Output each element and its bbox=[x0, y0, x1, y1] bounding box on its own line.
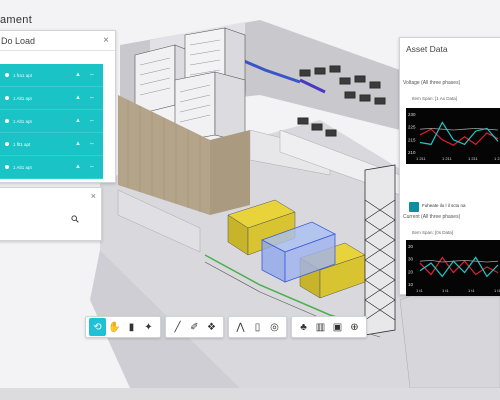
link-icon[interactable]: ⇔ bbox=[85, 141, 99, 147]
status-dot bbox=[5, 73, 9, 77]
y-tick-label: 230 bbox=[408, 112, 416, 117]
fullscreen-icon[interactable]: ⊕ bbox=[346, 318, 363, 336]
voltage-chart: 2302252152101 2111 2111 2111 211 bbox=[406, 108, 500, 164]
alert-icon[interactable]: ▲ bbox=[71, 72, 85, 78]
camera-icon[interactable]: ▮ bbox=[123, 318, 140, 336]
x-tick-label: 1 211 bbox=[468, 156, 478, 161]
link-icon[interactable]: ⇔ bbox=[85, 72, 99, 78]
section-icon[interactable]: ❖ bbox=[203, 318, 220, 336]
alert-icon[interactable]: ▲ bbox=[71, 141, 85, 147]
asset-badge-icon bbox=[409, 202, 419, 212]
markup-icon[interactable]: ✐ bbox=[186, 318, 203, 336]
close-icon[interactable]: × bbox=[91, 191, 96, 201]
load-panel: Do Load × 1 fra1 apt ▲ ⇔ 1 Alt1 apt ▲ ⇔ … bbox=[0, 30, 116, 183]
chart-label: Current (All three phases) bbox=[403, 214, 461, 220]
list-item[interactable]: 1 Alt1 apt ▲ ⇔ bbox=[0, 110, 103, 133]
list-item-label: 1 flt1 apt bbox=[13, 141, 31, 147]
bottom-toolbar: ⟲ ✋ ▮ ✦ ╱ ✐ ❖ ⋀ ▯ ◎ ♣ ▥ ▣ ⊕ bbox=[85, 316, 367, 338]
properties-icon[interactable]: ▥ bbox=[312, 318, 329, 336]
y-tick-label: 210 bbox=[408, 150, 416, 155]
explode-icon[interactable]: ▯ bbox=[249, 318, 266, 336]
x-tick-label: 1 211 bbox=[442, 156, 452, 161]
app-title: ament bbox=[0, 14, 33, 26]
search-icon[interactable] bbox=[71, 215, 79, 223]
toolbar-group: ♣ ▥ ▣ ⊕ bbox=[291, 316, 367, 338]
pan-hand-icon[interactable]: ✋ bbox=[106, 318, 123, 336]
y-tick-label: 30 bbox=[408, 244, 414, 249]
chart-meta: Item Span: [1 Ax Data] bbox=[412, 96, 458, 101]
list-item-label: 1 fra1 apt bbox=[13, 72, 33, 78]
voltage-chart-svg: 2302252152101 2111 2111 2111 211 bbox=[408, 112, 500, 161]
toolbar-group: ⟲ ✋ ▮ ✦ bbox=[85, 316, 161, 338]
y-tick-label: 20 bbox=[408, 269, 414, 274]
first-person-icon[interactable]: ✦ bbox=[140, 318, 157, 336]
y-tick-label: 215 bbox=[408, 137, 416, 142]
series-line bbox=[419, 256, 499, 276]
badge-label: Fuheate ilo l il sctu na bbox=[422, 203, 466, 208]
settings-icon[interactable]: ◎ bbox=[266, 318, 283, 336]
measure-icon[interactable]: ╱ bbox=[169, 318, 186, 336]
data-icon[interactable]: ▣ bbox=[329, 318, 346, 336]
compass-icon[interactable]: ⋀ bbox=[232, 318, 249, 336]
load-panel-header: Do Load × bbox=[0, 31, 115, 51]
toolbar-group: ⋀ ▯ ◎ bbox=[228, 316, 287, 338]
list-item-label: 1 Alt1 apt bbox=[13, 118, 32, 124]
list-item[interactable]: 1 flt1 apt ▲ ⇔ bbox=[0, 133, 103, 156]
x-tick-label: 1 t1 bbox=[494, 288, 500, 293]
close-icon[interactable]: × bbox=[103, 35, 109, 46]
alert-icon[interactable]: ▲ bbox=[71, 95, 85, 101]
chart-meta: Item Span: [0s Data] bbox=[412, 230, 454, 235]
link-icon[interactable]: ⇔ bbox=[85, 95, 99, 101]
y-tick-label: 30 bbox=[408, 257, 414, 262]
x-tick-label: 1 t1 bbox=[416, 288, 423, 293]
panel-title: Asset Data bbox=[406, 44, 448, 54]
list-item[interactable]: 1 Alt1 apt ▲ ⇔ bbox=[0, 156, 103, 179]
page-footer bbox=[0, 388, 500, 400]
chart-label: Voltage (All three phases) bbox=[403, 80, 461, 86]
list-item-label: 1 Alt1 apt bbox=[13, 164, 32, 170]
search-input[interactable] bbox=[0, 208, 79, 224]
y-tick-label: 225 bbox=[408, 125, 416, 130]
status-dot bbox=[5, 119, 9, 123]
load-panel-title: Do Load bbox=[1, 35, 36, 46]
series-line bbox=[419, 259, 499, 263]
x-tick-label: 1 t1 bbox=[468, 288, 475, 293]
x-tick-label: 1 211 bbox=[494, 156, 500, 161]
current-chart: 30 30 20 10 1 t1 1 t1 1 t1 1 t1 bbox=[406, 240, 500, 296]
link-icon[interactable]: ⇔ bbox=[85, 118, 99, 124]
x-tick-label: 1 211 bbox=[416, 156, 426, 161]
alert-icon[interactable]: ▲ bbox=[71, 118, 85, 124]
list-item[interactable]: 1 fra1 apt ▲ ⇔ bbox=[0, 64, 103, 87]
status-dot bbox=[5, 165, 9, 169]
status-dot bbox=[5, 96, 9, 100]
model-browser-icon[interactable]: ♣ bbox=[295, 318, 312, 336]
x-tick-label: 1 t1 bbox=[442, 288, 449, 293]
link-icon[interactable]: ⇔ bbox=[85, 164, 99, 170]
load-list: 1 fra1 apt ▲ ⇔ 1 Alt1 apt ▲ ⇔ 1 Alt1 apt… bbox=[0, 64, 103, 179]
orbit-icon[interactable]: ⟲ bbox=[89, 318, 106, 336]
y-tick-label: 10 bbox=[408, 282, 414, 287]
current-chart-svg: 303020101 t1 1 t1 1 t1 1 t1 bbox=[408, 244, 500, 293]
list-item[interactable]: 1 Alt1 apt ▲ ⇔ bbox=[0, 87, 103, 110]
list-item-label: 1 Alt1 apt bbox=[13, 95, 32, 101]
status-dot bbox=[5, 142, 9, 146]
search-panel: × bbox=[0, 187, 102, 241]
toolbar-group: ╱ ✐ ❖ bbox=[165, 316, 224, 338]
asset-data-panel: Asset Data Voltage (All three phases) It… bbox=[399, 37, 500, 296]
alert-icon[interactable]: ▲ bbox=[71, 164, 85, 170]
